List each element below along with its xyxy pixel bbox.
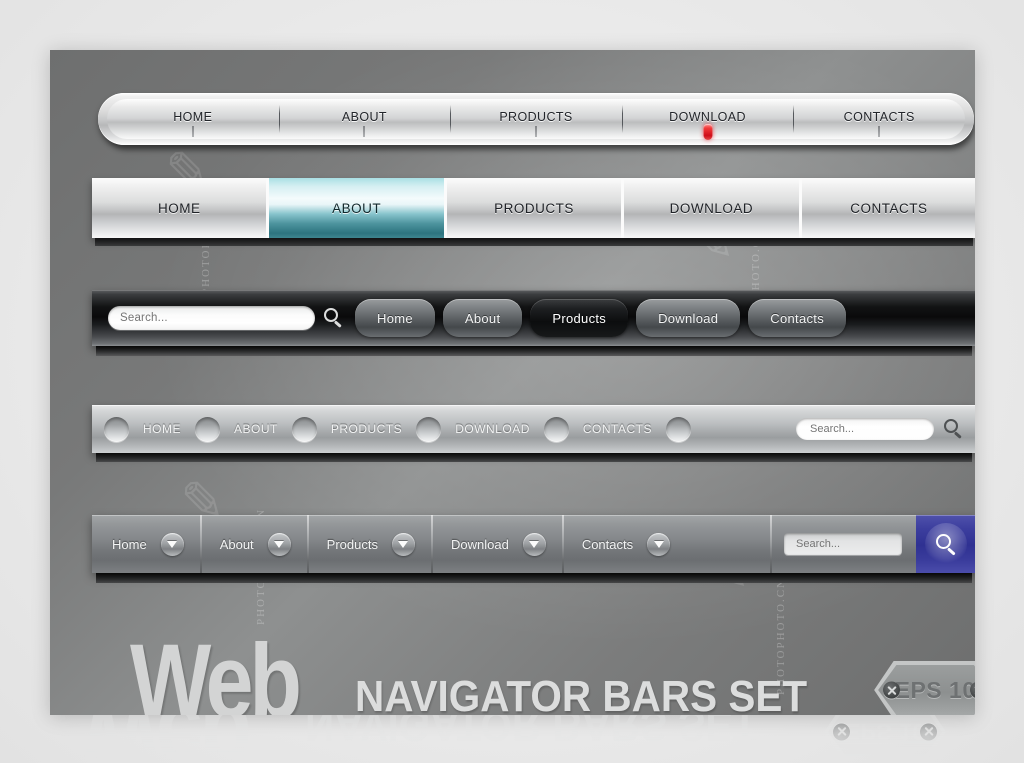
nav4-item-products[interactable]: PRODUCTS xyxy=(331,422,402,436)
nav1-item-label: CONTACTS xyxy=(843,110,915,124)
bullet-circle-icon[interactable] xyxy=(291,416,317,442)
search-magnifier-icon[interactable] xyxy=(324,308,344,328)
nav1-item-label: PRODUCTS xyxy=(499,110,573,124)
search-input[interactable] xyxy=(796,423,934,435)
navbar-5-body: Home About Products Download Contacts xyxy=(92,515,975,573)
nav4-item-about[interactable]: ABOUT xyxy=(234,422,278,436)
nav3-item-about[interactable]: About xyxy=(442,299,523,337)
nav5-search-button[interactable] xyxy=(916,515,975,573)
bullet-circle-icon[interactable] xyxy=(104,416,129,442)
search-magnifier-icon xyxy=(936,534,956,556)
navbar-4-base xyxy=(96,453,972,462)
navbar-3-body: Home About Products Download Contacts xyxy=(92,290,975,346)
chevron-down-icon[interactable] xyxy=(267,532,291,556)
nav2-tab-products[interactable]: PRODUCTS xyxy=(443,178,622,238)
showcase-panel: ✎ PHOTOPHOTO.CN ✎ PHOTOPHOTO.CN ✎ PHOTOP… xyxy=(50,50,975,715)
tick-mark-icon xyxy=(192,126,194,137)
title-primary: Web xyxy=(130,622,302,715)
nav1-item-products[interactable]: PRODUCTS xyxy=(450,99,622,139)
nav1-item-contacts[interactable]: CONTACTS xyxy=(793,99,965,139)
nav1-item-label: HOME xyxy=(173,110,213,124)
nav5-item-contacts[interactable]: Contacts xyxy=(561,515,686,573)
nav4-search-field[interactable] xyxy=(796,418,934,440)
chevron-down-icon[interactable] xyxy=(522,532,546,556)
navbar-2-tabs: HOME ABOUT PRODUCTS DOWNLOAD CONTACTS xyxy=(92,178,975,238)
chevron-down-icon[interactable] xyxy=(647,532,671,556)
navbar-4-body: HOME ABOUT PRODUCTS DOWNLOAD CONTACTS xyxy=(92,405,975,453)
nav2-tab-home[interactable]: HOME xyxy=(92,178,267,238)
nav1-item-label: ABOUT xyxy=(341,110,387,124)
nav5-item-download[interactable]: Download xyxy=(430,515,562,573)
nav1-item-home[interactable]: HOME xyxy=(107,99,279,139)
navbar-5: Home About Products Download Contacts xyxy=(92,515,975,587)
search-magnifier-icon[interactable] xyxy=(944,419,964,439)
nav3-item-contacts[interactable]: Contacts xyxy=(748,299,846,337)
nav3-item-home[interactable]: Home xyxy=(355,299,435,337)
nav5-item-label: Download xyxy=(450,536,509,552)
nav1-item-label: DOWNLOAD xyxy=(669,110,746,124)
navbar-2: HOME ABOUT PRODUCTS DOWNLOAD CONTACTS xyxy=(92,178,975,248)
nav5-item-products[interactable]: Products xyxy=(306,515,431,573)
nav5-item-home[interactable]: Home xyxy=(92,515,200,573)
nav5-item-label: Contacts xyxy=(581,536,634,552)
button-glow xyxy=(925,523,967,565)
search-input[interactable] xyxy=(108,312,315,324)
tick-mark-icon xyxy=(535,126,537,137)
navbar-5-base xyxy=(96,573,972,583)
nav4-item-download[interactable]: DOWNLOAD xyxy=(455,422,530,436)
nav5-item-about[interactable]: About xyxy=(199,515,307,573)
screw-icon xyxy=(883,681,901,699)
poster-title: Web NAVIGATOR BARS SET EPS 10 xyxy=(130,629,975,716)
eps-badge: EPS 10 xyxy=(874,661,975,715)
title-secondary: NAVIGATOR BARS SET xyxy=(354,672,807,716)
bullet-circle-icon[interactable] xyxy=(543,416,569,442)
nav3-item-download[interactable]: Download xyxy=(636,299,741,337)
nav3-links: Home About Products Download Contacts xyxy=(355,299,846,337)
tick-mark-icon xyxy=(878,126,880,137)
navbar-1: HOME ABOUT PRODUCTS DOWNLOAD CONTACTS xyxy=(98,93,975,155)
nav2-tab-about[interactable]: ABOUT xyxy=(266,178,444,238)
nav2-tab-contacts[interactable]: CONTACTS xyxy=(798,178,975,238)
nav1-item-download[interactable]: DOWNLOAD xyxy=(621,99,794,140)
navbar-1-items: HOME ABOUT PRODUCTS DOWNLOAD CONTACTS xyxy=(107,99,965,140)
nav1-item-about[interactable]: ABOUT xyxy=(278,99,451,139)
tick-mark-icon xyxy=(363,126,365,137)
screenshot-stage: ✎ PHOTOPHOTO.CN ✎ PHOTOPHOTO.CN ✎ PHOTOP… xyxy=(0,0,1024,763)
nav3-search-field[interactable] xyxy=(108,306,315,330)
bullet-circle-icon[interactable] xyxy=(665,416,691,442)
bullet-circle-icon[interactable] xyxy=(195,416,220,442)
navbar-3: Home About Products Download Contacts xyxy=(92,290,975,358)
nav5-search-wrap xyxy=(770,515,916,573)
nav4-item-home[interactable]: HOME xyxy=(143,422,181,436)
navbar-1-pill: HOME ABOUT PRODUCTS DOWNLOAD CONTACTS xyxy=(98,93,974,145)
red-led-indicator-icon xyxy=(703,124,713,140)
nav5-item-label: About xyxy=(219,536,254,552)
nav5-item-label: Products xyxy=(326,536,378,552)
navbar-3-base xyxy=(96,346,972,356)
nav5-search-field[interactable] xyxy=(784,533,902,555)
chevron-down-icon[interactable] xyxy=(391,532,415,556)
navbar-4: HOME ABOUT PRODUCTS DOWNLOAD CONTACTS xyxy=(92,405,975,467)
nav2-tab-download[interactable]: DOWNLOAD xyxy=(621,178,799,238)
bullet-circle-icon[interactable] xyxy=(416,416,442,442)
nav4-item-contacts[interactable]: CONTACTS xyxy=(583,422,652,436)
nav5-item-label: Home xyxy=(112,536,147,552)
search-input[interactable] xyxy=(784,538,902,550)
nav3-item-products[interactable]: Products xyxy=(530,299,629,337)
chevron-down-icon[interactable] xyxy=(160,532,184,556)
